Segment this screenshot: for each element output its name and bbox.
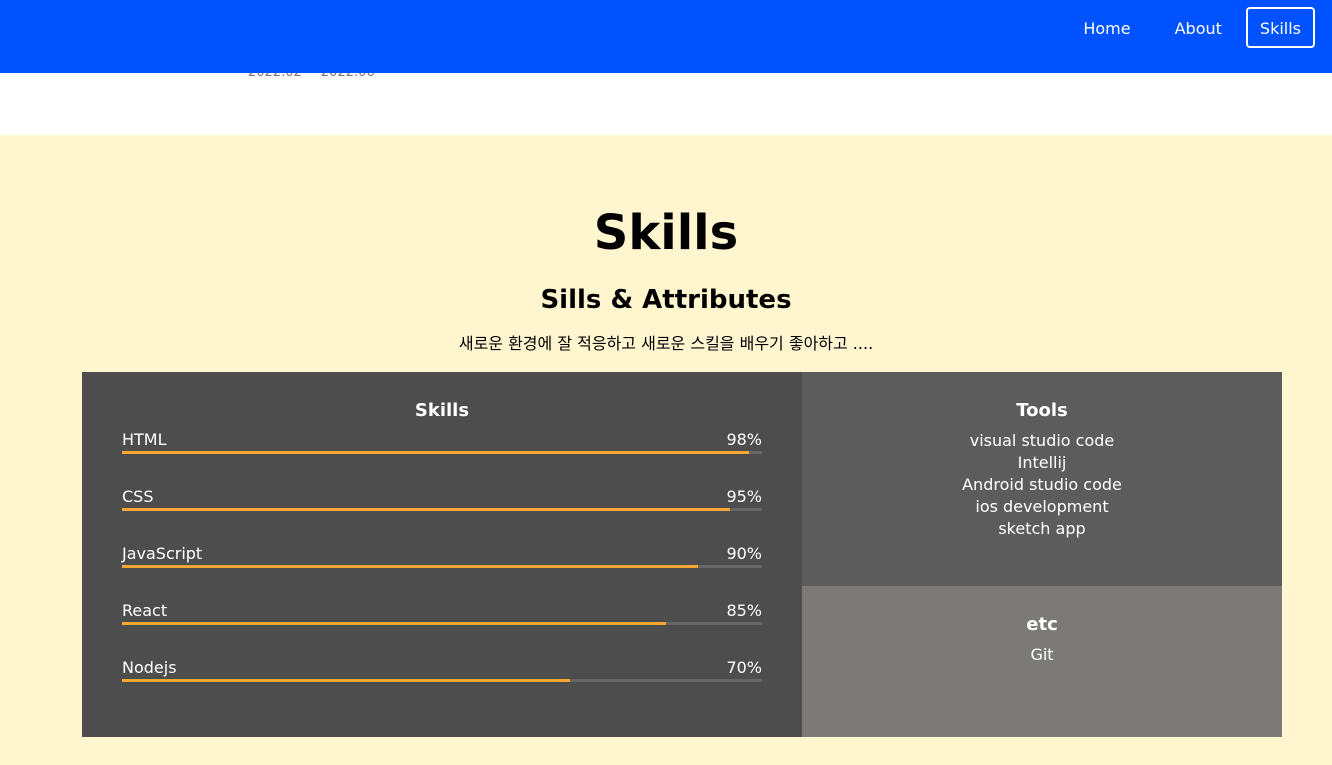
skill-item-css: CSS 95%: [122, 487, 762, 544]
skill-percent: 95%: [726, 487, 762, 506]
skill-bar-fill: [122, 565, 698, 568]
skills-box-title: Skills: [414, 400, 470, 421]
skill-name: Nodejs: [122, 658, 177, 677]
skill-item-nodejs: Nodejs 70%: [122, 658, 762, 715]
skill-bar-fill: [122, 679, 570, 682]
tools-box: Tools visual studio code Intellij Androi…: [802, 372, 1282, 586]
skill-name: JavaScript: [122, 544, 203, 563]
section-subtitle: Sills & Attributes: [540, 285, 792, 315]
skill-percent: 90%: [726, 544, 762, 563]
skill-bar: [122, 622, 762, 625]
skill-percent: 70%: [726, 658, 762, 677]
top-navbar: Home About Skills: [0, 0, 1332, 73]
etc-box-title: etc: [1026, 614, 1058, 635]
skill-bar-fill: [122, 508, 730, 511]
skill-bar-fill: [122, 451, 750, 454]
tool-item: Intellij: [1017, 453, 1067, 472]
nav-item-skills[interactable]: Skills: [1245, 7, 1315, 48]
skill-bar: [122, 565, 762, 568]
skills-section: Skills Sills & Attributes 새로운 환경에 잘 적응하고…: [0, 135, 1332, 765]
tool-item: sketch app: [998, 519, 1086, 538]
etc-item: Git: [1030, 645, 1054, 664]
skill-name: React: [122, 601, 168, 620]
skill-percent: 85%: [726, 601, 762, 620]
etc-list: Git: [802, 644, 1282, 666]
skill-bar: [122, 508, 762, 511]
skill-bar: [122, 679, 762, 682]
nav-menu: Home About Skills: [1063, 7, 1315, 48]
skill-name: HTML: [122, 430, 167, 449]
skill-name: CSS: [122, 487, 154, 506]
nav-item-home[interactable]: Home: [1063, 7, 1150, 48]
skill-bar: [122, 451, 762, 454]
tools-list: visual studio code Intellij Android stud…: [802, 430, 1282, 540]
section-description: 새로운 환경에 잘 적응하고 새로운 스킬을 배우기 좋아하고 ....: [458, 334, 874, 353]
nav-item-about[interactable]: About: [1155, 7, 1242, 48]
skills-box: Skills HTML 98% CSS 95% JavaScript 90% R…: [82, 372, 802, 737]
skill-bar-fill: [122, 622, 666, 625]
tool-item: ios development: [975, 497, 1109, 516]
skill-item-react: React 85%: [122, 601, 762, 658]
skill-item-html: HTML 98%: [122, 430, 762, 487]
etc-box: etc Git: [802, 586, 1282, 737]
tools-box-title: Tools: [1016, 400, 1068, 421]
tool-item: visual studio code: [969, 431, 1115, 450]
section-title: Skills: [593, 205, 739, 261]
skill-percent: 98%: [726, 430, 762, 449]
skill-item-javascript: JavaScript 90%: [122, 544, 762, 601]
tool-item: Android studio code: [962, 475, 1122, 494]
